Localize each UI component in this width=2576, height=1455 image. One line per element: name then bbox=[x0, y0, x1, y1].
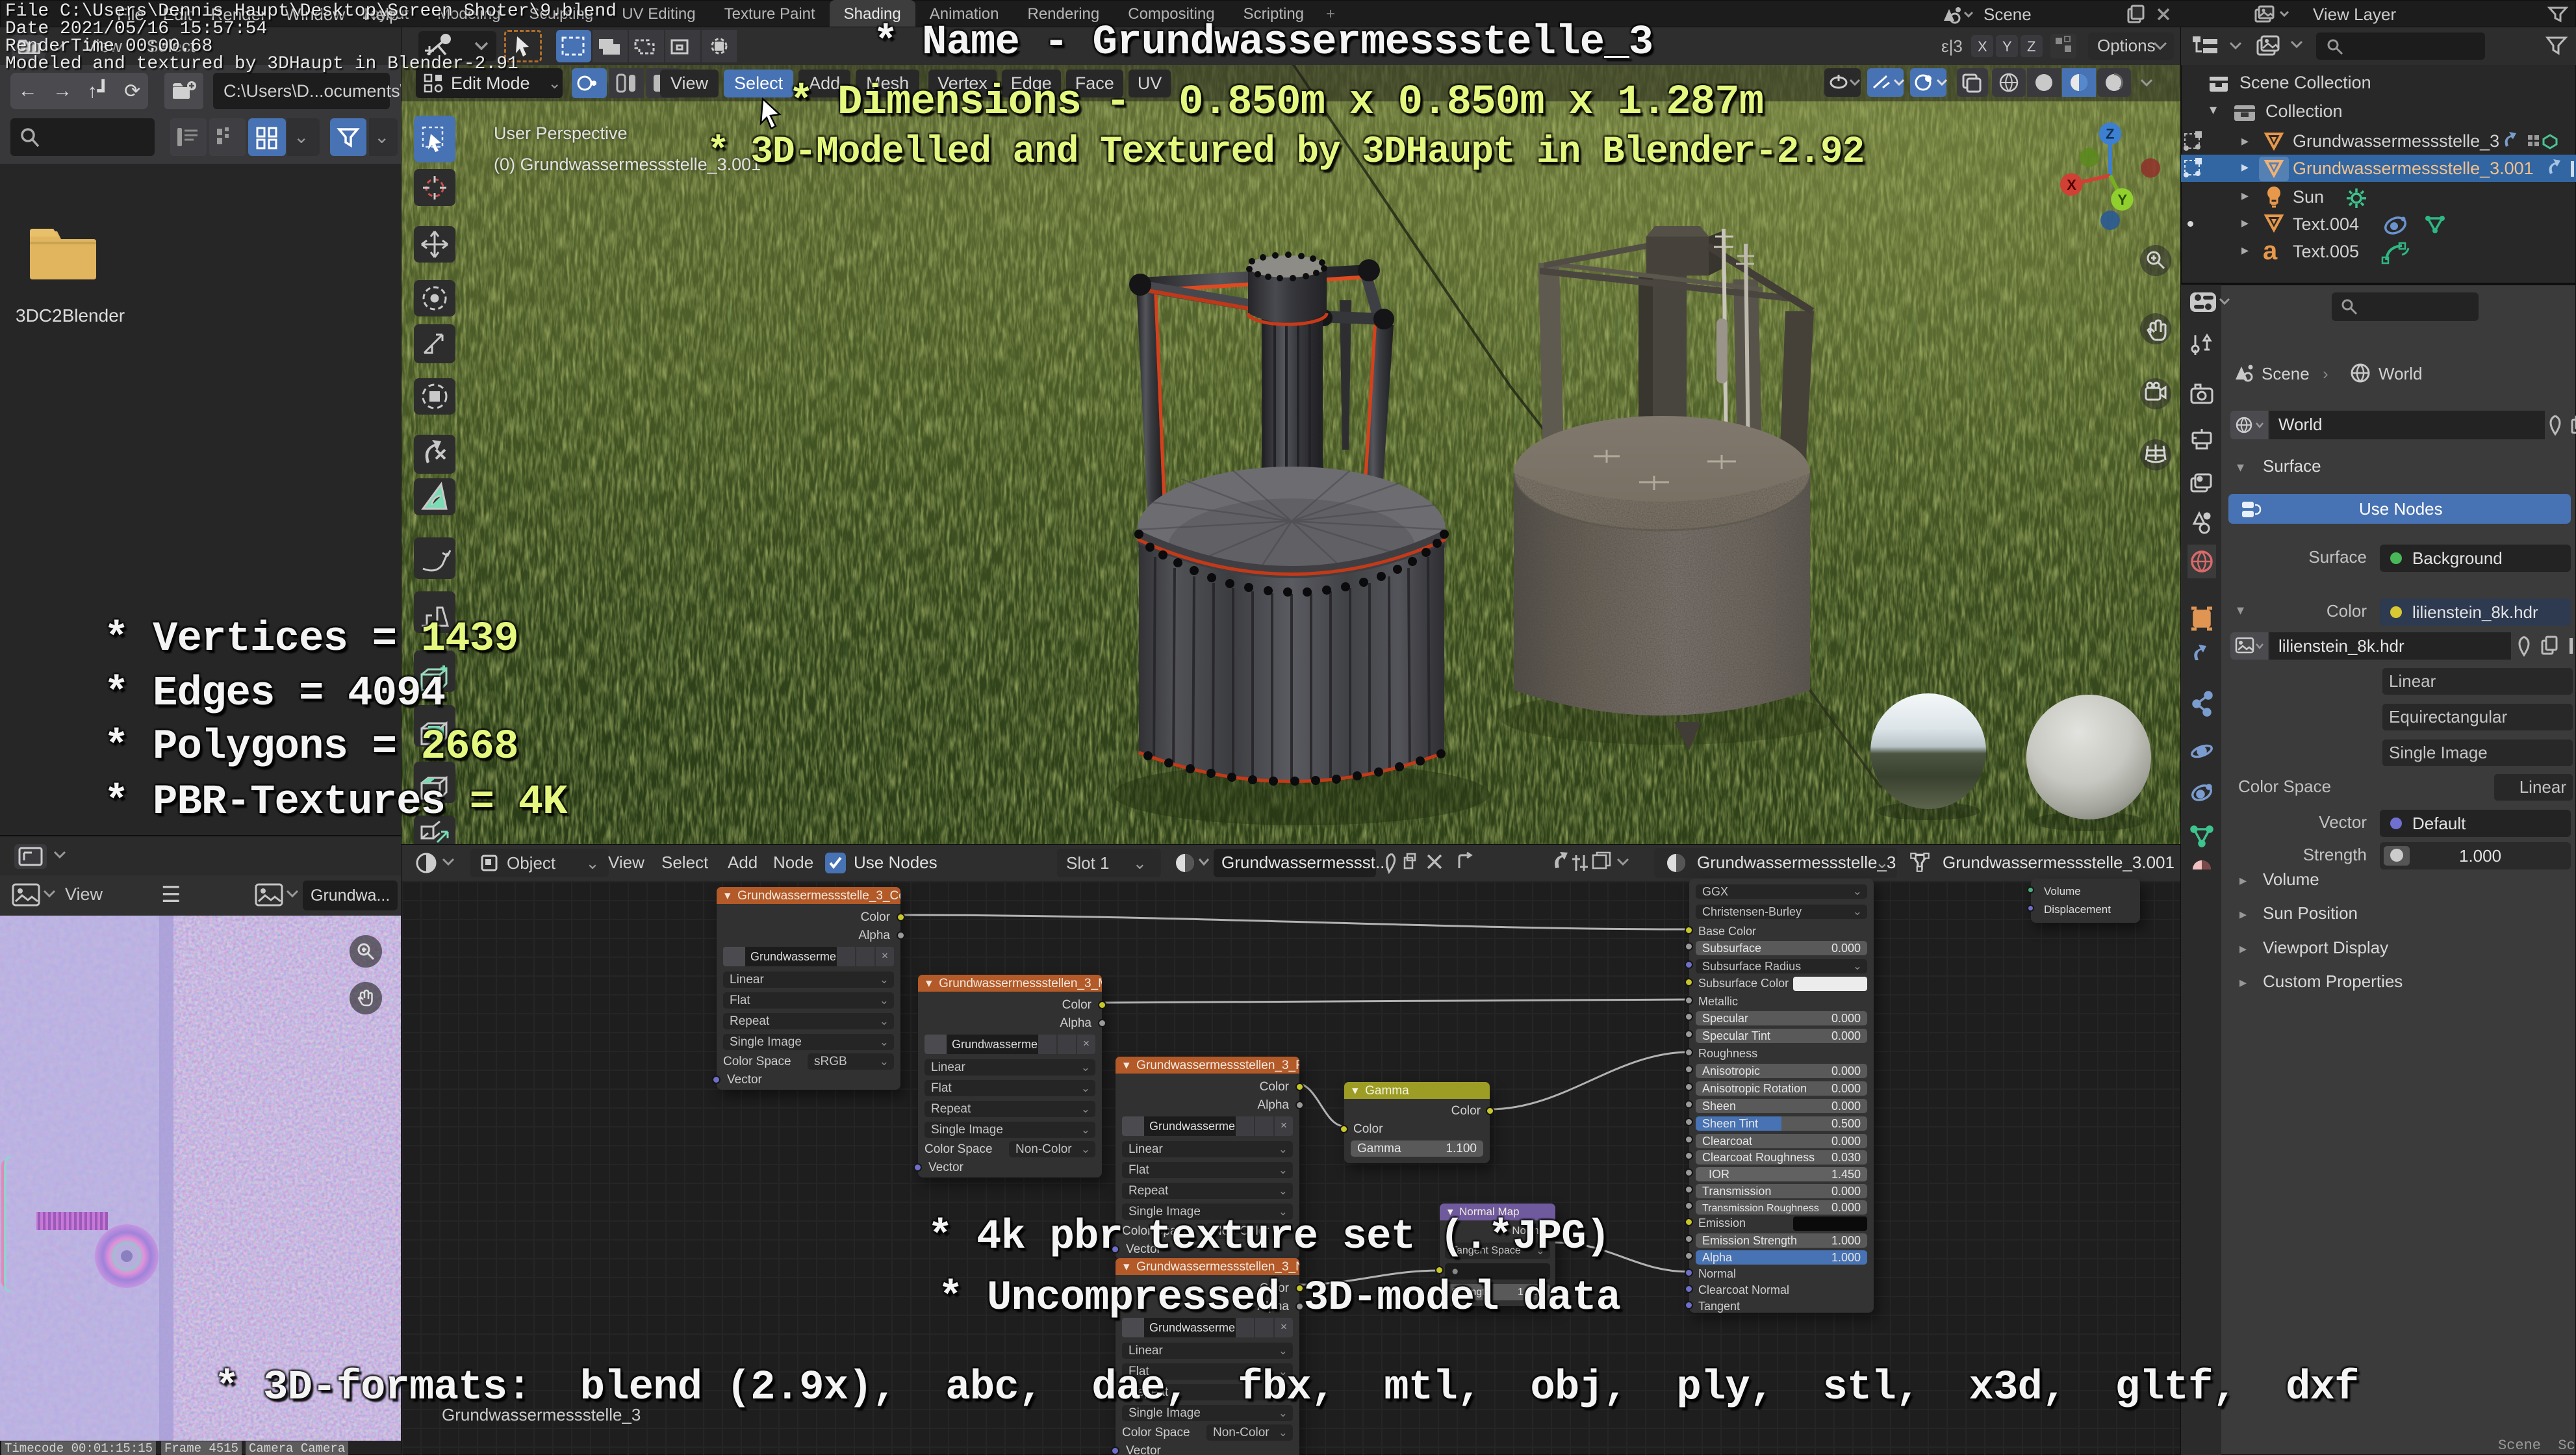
svg-text:X: X bbox=[2067, 177, 2076, 193]
svg-text:ε|3: ε|3 bbox=[1941, 36, 1963, 56]
svg-text:X: X bbox=[1978, 38, 1987, 55]
svg-text:Z: Z bbox=[2106, 126, 2114, 142]
svg-text:Y: Y bbox=[2002, 38, 2012, 55]
svg-text:Z: Z bbox=[2027, 38, 2035, 55]
svg-text:Y: Y bbox=[2118, 192, 2128, 208]
svg-text:Options: Options bbox=[2097, 36, 2156, 55]
